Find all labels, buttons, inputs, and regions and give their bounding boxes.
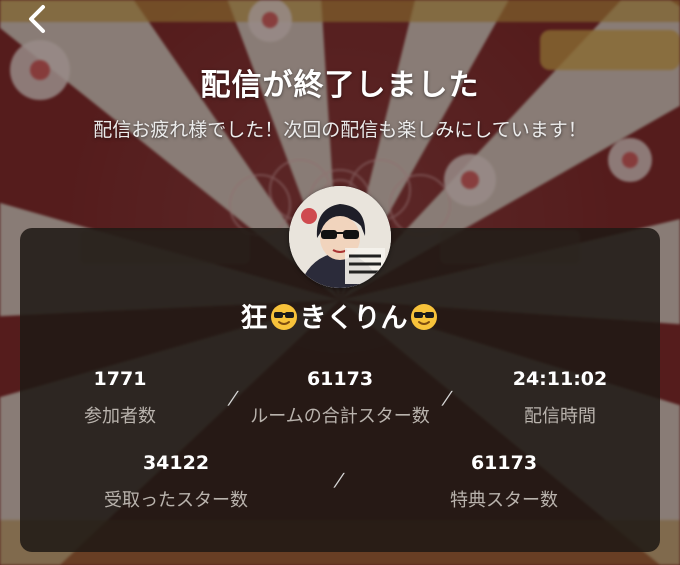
stat-label: 受取ったスター数 xyxy=(104,490,248,511)
stat-received-stars: 34122 受取ったスター数 xyxy=(66,452,286,512)
streamer-name-main: きくりん xyxy=(299,303,408,334)
avatar[interactable] xyxy=(289,186,391,288)
sunglasses-face-icon xyxy=(410,303,438,338)
page-title: 配信が終了しました xyxy=(200,68,480,103)
stat-value: 24:11:02 xyxy=(512,368,608,390)
stat-stream-duration: 24:11:02 配信時間 xyxy=(450,368,670,428)
page-subtitle: 配信お疲れ様でした！次回の配信も楽しみにしています！ xyxy=(93,119,587,141)
stat-label: 特典スター数 xyxy=(450,490,558,511)
stat-value: 1771 xyxy=(93,368,147,390)
streamer-name: 狂きくりん xyxy=(0,296,680,338)
chevron-left-icon xyxy=(29,5,45,33)
sunglasses-face-icon xyxy=(270,303,298,338)
stat-label: 参加者数 xyxy=(84,406,156,427)
stat-value: 61173 xyxy=(470,452,538,474)
streamer-avatar-illustration xyxy=(289,186,391,288)
stat-label: ルームの合計スター数 xyxy=(250,406,430,427)
stat-value: 34122 xyxy=(142,452,210,474)
back-button[interactable] xyxy=(22,2,52,36)
stat-room-total-stars: 61173 ルームの合計スター数 xyxy=(230,368,450,428)
streamer-name-prefix: 狂 xyxy=(240,303,268,334)
stat-participants: 1771 参加者数 xyxy=(10,368,230,428)
stat-value: 61173 xyxy=(306,368,374,390)
stat-label: 配信時間 xyxy=(524,406,596,427)
stat-bonus-stars: 61173 特典スター数 xyxy=(394,452,614,512)
